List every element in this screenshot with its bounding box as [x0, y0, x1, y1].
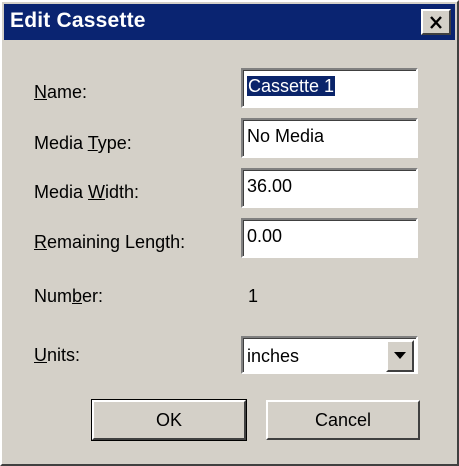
title-bar[interactable]: Edit Cassette [4, 4, 455, 40]
number-value: 1 [248, 286, 259, 306]
units-dropdown-button[interactable] [386, 340, 414, 372]
units-value: inches [247, 346, 300, 366]
media-width-field[interactable]: 36.00 [241, 168, 418, 208]
chevron-down-icon [394, 352, 406, 359]
close-icon [430, 15, 442, 29]
number-label: Number: [34, 286, 104, 306]
edit-cassette-dialog: Edit Cassette Name: Cassette 1 Media Typ… [0, 0, 459, 466]
units-label: Units: [34, 345, 81, 365]
dialog-title: Edit Cassette [10, 9, 146, 32]
media-type-value: No Media [247, 126, 325, 146]
close-button[interactable] [421, 9, 451, 35]
media-width-label: Media Width: [34, 182, 140, 202]
remaining-length-label: Remaining Length: [34, 232, 186, 252]
media-type-label: Media Type: [34, 133, 132, 153]
remaining-length-field[interactable]: 0.00 [241, 218, 418, 258]
ok-button[interactable]: OK [91, 399, 247, 441]
units-select[interactable]: inches [241, 336, 418, 374]
media-type-field[interactable]: No Media [241, 118, 418, 158]
remaining-length-value: 0.00 [247, 226, 283, 246]
media-width-value: 36.00 [247, 176, 293, 196]
name-value: Cassette 1 [247, 76, 336, 96]
cancel-button[interactable]: Cancel [266, 400, 420, 440]
name-field[interactable]: Cassette 1 [241, 68, 418, 108]
name-label: Name: [34, 82, 88, 102]
